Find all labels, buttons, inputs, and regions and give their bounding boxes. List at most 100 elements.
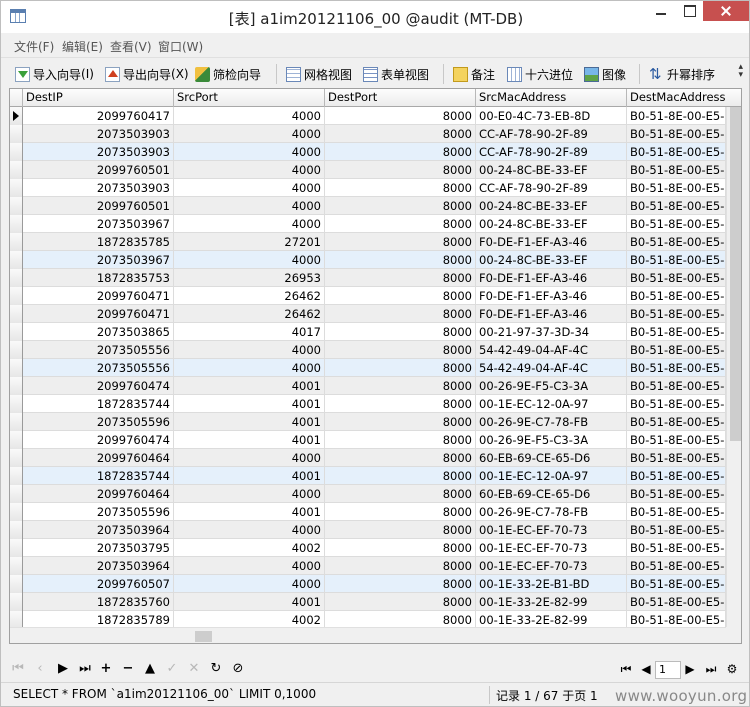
memo-button[interactable]: 备注 [453, 65, 495, 83]
table-cell-destip[interactable]: 1872835744 [23, 467, 174, 485]
horizontal-scroll-thumb[interactable] [195, 631, 212, 642]
table-cell-destip[interactable]: 1872835753 [23, 269, 174, 287]
table-cell-destmacaddress[interactable]: B0-51-8E-00-E5-6C [627, 161, 726, 179]
table-cell-destip[interactable]: 2099760471 [23, 305, 174, 323]
minimize-button[interactable] [647, 1, 675, 21]
table-cell-destport[interactable]: 8000 [325, 179, 476, 197]
row-indicator[interactable] [10, 467, 23, 485]
table-cell-srcport[interactable]: 4001 [174, 593, 325, 611]
filter-wizard-button[interactable]: 筛检向导 [195, 65, 261, 83]
table-cell-destmacaddress[interactable]: B0-51-8E-00-E5-6C [627, 251, 726, 269]
table-cell-destmacaddress[interactable]: B0-51-8E-00-E5-6C [627, 269, 726, 287]
table-cell-destmacaddress[interactable]: B0-51-8E-00-E5-6C [627, 215, 726, 233]
table-cell-destport[interactable]: 8000 [325, 377, 476, 395]
table-cell-destport[interactable]: 8000 [325, 287, 476, 305]
table-cell-srcmacaddress[interactable]: 00-1E-EC-12-0A-97 [476, 395, 627, 413]
table-cell-destmacaddress[interactable]: B0-51-8E-00-E5-6C [627, 179, 726, 197]
row-indicator[interactable] [10, 197, 23, 215]
table-cell-srcmacaddress[interactable]: CC-AF-78-90-2F-89 [476, 143, 627, 161]
table-row[interactable]: 2099760417 4000 8000 00-E0-4C-73-EB-8D B0-51… [10, 107, 726, 125]
table-row[interactable]: 2073503795 4002 8000 00-1E-EC-EF-70-73 B0-51… [10, 539, 726, 557]
table-cell-destip[interactable]: 2099760474 [23, 377, 174, 395]
table-cell-destport[interactable]: 8000 [325, 323, 476, 341]
table-cell-destip[interactable]: 2073505556 [23, 341, 174, 359]
table-row[interactable]: 2073505556 4000 8000 54-42-49-04-AF-4C B0-51… [10, 341, 726, 359]
table-cell-destip[interactable]: 2099760507 [23, 575, 174, 593]
table-cell-srcport[interactable]: 4000 [174, 143, 325, 161]
table-cell-destip[interactable]: 2073503967 [23, 215, 174, 233]
table-cell-destmacaddress[interactable]: B0-51-8E-00-E5-6C [627, 125, 726, 143]
table-cell-destport[interactable]: 8000 [325, 359, 476, 377]
table-row[interactable]: 1872835744 4001 8000 00-1E-EC-12-0A-97 B0-51… [10, 467, 726, 485]
table-row[interactable]: 2073503903 4000 8000 CC-AF-78-90-2F-89 B0-51… [10, 125, 726, 143]
table-cell-srcport[interactable]: 4000 [174, 215, 325, 233]
row-indicator[interactable] [10, 269, 23, 287]
table-cell-destip[interactable]: 2073505596 [23, 503, 174, 521]
table-cell-destip[interactable]: 1872835744 [23, 395, 174, 413]
table-cell-destport[interactable]: 8000 [325, 557, 476, 575]
form-view-button[interactable]: 表单视图 [363, 65, 429, 83]
table-cell-srcport[interactable]: 4000 [174, 449, 325, 467]
table-cell-destmacaddress[interactable]: B0-51-8E-00-E5-6C [627, 575, 726, 593]
image-button[interactable]: 图像 [584, 65, 626, 83]
table-cell-srcmacaddress[interactable]: 00-24-8C-BE-33-EF [476, 197, 627, 215]
table-cell-destmacaddress[interactable]: B0-51-8E-00-E5-6C [627, 539, 726, 557]
table-cell-destport[interactable]: 8000 [325, 449, 476, 467]
table-cell-srcmacaddress[interactable]: 00-24-8C-BE-33-EF [476, 251, 627, 269]
table-cell-destmacaddress[interactable]: B0-51-8E-00-E5-6C [627, 305, 726, 323]
table-cell-srcmacaddress[interactable]: 00-1E-33-2E-82-99 [476, 593, 627, 611]
table-cell-destport[interactable]: 8000 [325, 107, 476, 125]
table-cell-destip[interactable]: 2073503795 [23, 539, 174, 557]
table-row[interactable]: 2073505596 4001 8000 00-26-9E-C7-78-FB B0-51… [10, 413, 726, 431]
table-cell-srcport[interactable]: 4000 [174, 341, 325, 359]
table-row[interactable]: 2073503967 4000 8000 00-24-8C-BE-33-EF B0-51… [10, 215, 726, 233]
table-cell-srcmacaddress[interactable]: 00-E0-4C-73-EB-8D [476, 107, 627, 125]
table-cell-srcport[interactable]: 4000 [174, 197, 325, 215]
table-cell-destip[interactable]: 1872835760 [23, 593, 174, 611]
table-cell-srcmacaddress[interactable]: 00-24-8C-BE-33-EF [476, 161, 627, 179]
table-cell-srcport[interactable]: 4000 [174, 575, 325, 593]
row-indicator[interactable] [10, 143, 23, 161]
table-cell-destport[interactable]: 8000 [325, 539, 476, 557]
row-indicator[interactable] [10, 575, 23, 593]
table-cell-destport[interactable]: 8000 [325, 215, 476, 233]
table-cell-srcport[interactable]: 4000 [174, 251, 325, 269]
column-header-srcmacaddress[interactable]: SrcMacAddress [476, 89, 627, 107]
row-indicator[interactable] [10, 485, 23, 503]
horizontal-scrollbar[interactable] [10, 627, 726, 643]
prior-record-icon[interactable]: ‹ [33, 661, 47, 677]
menu-window[interactable]: 窗口(W) [158, 38, 203, 55]
table-cell-destport[interactable]: 8000 [325, 467, 476, 485]
table-cell-destport[interactable]: 8000 [325, 125, 476, 143]
table-cell-srcport[interactable]: 4000 [174, 557, 325, 575]
table-cell-destip[interactable]: 2099760471 [23, 287, 174, 305]
row-indicator[interactable] [10, 431, 23, 449]
row-indicator[interactable] [10, 179, 23, 197]
row-indicator[interactable] [10, 503, 23, 521]
table-row[interactable]: 2073505596 4001 8000 00-26-9E-C7-78-FB B0-51… [10, 503, 726, 521]
table-cell-destmacaddress[interactable]: B0-51-8E-00-E5-6C [627, 557, 726, 575]
first-page-icon[interactable]: ⏮ [619, 661, 633, 677]
table-row[interactable]: 2099760474 4001 8000 00-26-9E-F5-C3-3A B0-51… [10, 377, 726, 395]
table-cell-destip[interactable]: 2073505556 [23, 359, 174, 377]
row-indicator[interactable] [10, 125, 23, 143]
table-cell-destmacaddress[interactable]: B0-51-8E-00-E5-6C [627, 287, 726, 305]
table-cell-srcmacaddress[interactable]: 00-1E-EC-EF-70-73 [476, 521, 627, 539]
table-cell-destport[interactable]: 8000 [325, 503, 476, 521]
table-cell-srcmacaddress[interactable]: 00-26-9E-C7-78-FB [476, 413, 627, 431]
table-cell-srcport[interactable]: 4001 [174, 377, 325, 395]
table-cell-destip[interactable]: 2099760501 [23, 161, 174, 179]
table-cell-destmacaddress[interactable]: B0-51-8E-00-E5-6C [627, 107, 726, 125]
table-cell-destip[interactable]: 1872835785 [23, 233, 174, 251]
page-number-input[interactable]: 1 [655, 661, 681, 679]
table-row[interactable]: 2073503865 4017 8000 00-21-97-37-3D-34 B0-51… [10, 323, 726, 341]
table-cell-destport[interactable]: 8000 [325, 269, 476, 287]
table-cell-destmacaddress[interactable]: B0-51-8E-00-E5-6C [627, 341, 726, 359]
table-cell-srcport[interactable]: 4001 [174, 431, 325, 449]
table-cell-srcport[interactable]: 26953 [174, 269, 325, 287]
table-cell-srcport[interactable]: 4000 [174, 485, 325, 503]
table-cell-srcport[interactable]: 4000 [174, 521, 325, 539]
table-cell-srcmacaddress[interactable]: 54-42-49-04-AF-4C [476, 359, 627, 377]
table-cell-destmacaddress[interactable]: B0-51-8E-00-E5-6C [627, 413, 726, 431]
table-cell-destport[interactable]: 8000 [325, 593, 476, 611]
